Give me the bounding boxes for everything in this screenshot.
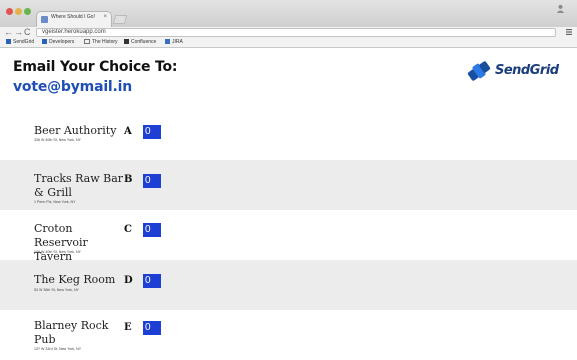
- venue-name: The Keg Room: [34, 273, 116, 286]
- browser-toolbar: ← → C vgeister.herokuapp.com: [0, 27, 577, 38]
- brand-name: SendGrid: [495, 63, 559, 78]
- venue-row-a: Beer Authority 336 W 40th St, New York, …: [0, 110, 577, 160]
- user-profile-icon[interactable]: [556, 4, 565, 13]
- page-heading: Email Your Choice To:: [13, 59, 178, 75]
- bookmark-confluence[interactable]: Confluence: [124, 39, 156, 46]
- choice-letter: E: [124, 322, 132, 333]
- bookmarks-bar: SendGrid Developers The History Confluen…: [0, 38, 577, 48]
- folder-icon: [84, 39, 90, 44]
- page-favicon-icon: [41, 16, 48, 23]
- bookmark-sendgrid[interactable]: SendGrid: [6, 39, 34, 46]
- back-button[interactable]: ←: [4, 27, 13, 38]
- venue-row-b: Tracks Raw Bar & Grill 1 Penn Plz, New Y…: [0, 160, 577, 210]
- venue-name: Beer Authority: [34, 124, 117, 137]
- venue-address: 1 Penn Plz, New York, NY: [34, 200, 76, 204]
- window-close-button[interactable]: [6, 8, 13, 15]
- bookmark-jira[interactable]: JIRA: [165, 39, 183, 46]
- bookmark-developers[interactable]: Developers: [42, 39, 74, 46]
- choice-letter: D: [124, 275, 133, 286]
- vote-count-badge: 0: [143, 223, 161, 237]
- vote-count-badge: 0: [143, 274, 161, 288]
- venue-row-d: The Keg Room 53 W 36th St, New York, NY …: [0, 260, 577, 310]
- sendgrid-logo-icon: [467, 61, 491, 81]
- window-maximize-button[interactable]: [24, 8, 31, 15]
- venue-row-e: Blarney Rock Pub 137 W 33rd St, New York…: [0, 310, 577, 360]
- browser-menu-icon[interactable]: [565, 28, 573, 36]
- venue-address: 53 W 36th St, New York, NY: [34, 288, 79, 292]
- venue-row-c: Croton Reservoir Tavern 108 W 40th St, N…: [0, 210, 577, 263]
- venue-address: 336 W 40th St, New York, NY: [34, 138, 81, 142]
- tab-title: Where Should I Go!: [51, 14, 95, 20]
- new-tab-button[interactable]: [112, 15, 128, 24]
- sendgrid-logo: SendGrid: [466, 57, 566, 85]
- window-minimize-button[interactable]: [15, 8, 22, 15]
- venue-address: 137 W 33rd St, New York, NY: [34, 347, 82, 351]
- confluence-bookmark-icon: [124, 39, 129, 44]
- venue-list: Beer Authority 336 W 40th St, New York, …: [0, 110, 577, 360]
- url-text[interactable]: vgeister.herokuapp.com: [42, 29, 106, 36]
- venue-name: Blarney Rock Pub: [34, 319, 109, 346]
- browser-tab[interactable]: Where Should I Go! ×: [36, 11, 112, 27]
- vote-email-link[interactable]: vote@bymail.in: [13, 79, 132, 95]
- venue-name: Tracks Raw Bar & Grill: [34, 172, 124, 199]
- reload-button[interactable]: C: [24, 27, 31, 38]
- vote-count-badge: 0: [143, 321, 161, 335]
- venue-name: Croton Reservoir Tavern: [34, 222, 88, 263]
- venue-address: 108 W 40th St, New York, NY: [34, 250, 81, 254]
- developers-bookmark-icon: [42, 39, 47, 44]
- choice-letter: A: [124, 126, 132, 137]
- vote-count-badge: 0: [143, 174, 161, 188]
- bookmark-history[interactable]: The History: [84, 39, 118, 46]
- forward-button[interactable]: →: [14, 27, 23, 38]
- sendgrid-bookmark-icon: [6, 39, 11, 44]
- tab-close-icon[interactable]: ×: [103, 14, 107, 20]
- jira-bookmark-icon: [165, 39, 170, 44]
- address-bar[interactable]: vgeister.herokuapp.com: [36, 28, 556, 37]
- choice-letter: B: [124, 174, 133, 185]
- vote-count-badge: 0: [143, 125, 161, 139]
- choice-letter: C: [124, 224, 132, 235]
- browser-titlebar: Where Should I Go! ×: [0, 0, 577, 27]
